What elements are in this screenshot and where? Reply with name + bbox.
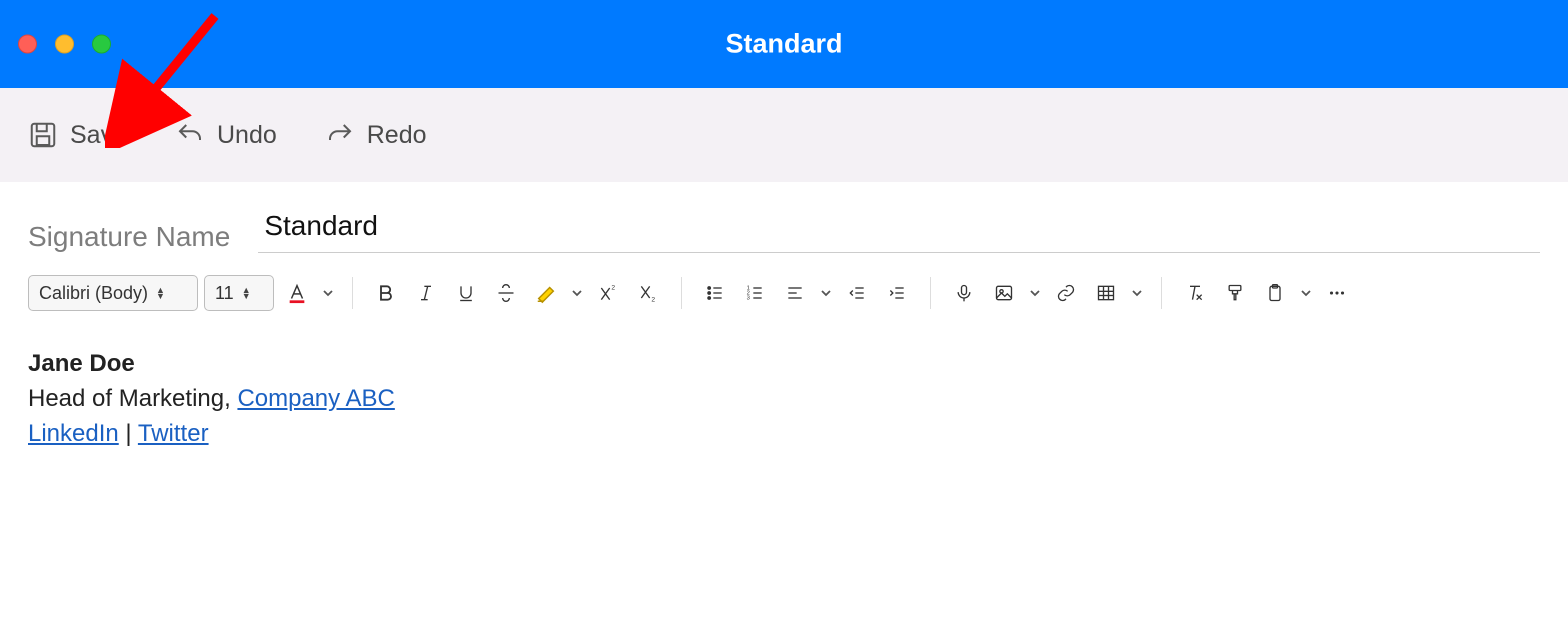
signature-title-line: Head of Marketing, Company ABC xyxy=(28,382,1540,417)
strikethrough-button[interactable] xyxy=(489,278,523,308)
undo-icon xyxy=(175,120,205,150)
highlight-icon xyxy=(535,282,557,304)
subscript-icon: 2 xyxy=(638,283,658,303)
paste-button[interactable] xyxy=(1258,278,1292,308)
dictate-button[interactable] xyxy=(947,278,981,308)
insert-link-button[interactable] xyxy=(1049,278,1083,308)
italic-button[interactable] xyxy=(409,278,443,308)
signature-editor[interactable]: Jane Doe Head of Marketing, Company ABC … xyxy=(10,329,1558,469)
separator xyxy=(1161,277,1162,309)
font-family-value: Calibri (Body) xyxy=(39,283,148,304)
svg-text:2: 2 xyxy=(611,285,615,292)
align-button[interactable] xyxy=(778,278,812,308)
font-size-value: 11 xyxy=(215,283,234,304)
clipboard-icon xyxy=(1265,283,1285,303)
signature-company-link[interactable]: Company ABC xyxy=(237,385,394,412)
superscript-button[interactable]: 2 xyxy=(591,278,625,308)
outdent-icon xyxy=(847,283,867,303)
command-bar: Save Undo Redo xyxy=(0,88,1568,182)
save-icon xyxy=(28,120,58,150)
svg-text:3: 3 xyxy=(747,296,750,302)
signature-person-name: Jane Doe xyxy=(28,347,1540,382)
strikethrough-icon xyxy=(496,283,516,303)
picture-icon xyxy=(994,283,1014,303)
ellipsis-icon xyxy=(1326,282,1348,304)
save-button[interactable]: Save xyxy=(28,120,127,150)
outdent-button[interactable] xyxy=(840,278,874,308)
font-color-button[interactable] xyxy=(280,278,314,308)
paintbrush-icon xyxy=(1225,283,1245,303)
bullet-list-button[interactable] xyxy=(698,278,732,308)
numbered-list-button[interactable]: 123 xyxy=(738,278,772,308)
bullet-list-icon xyxy=(705,283,725,303)
format-toolbar: Calibri (Body) ▲▼ 11 ▲▼ 2 2 123 xyxy=(10,253,1558,329)
signature-name-input[interactable] xyxy=(258,210,1540,253)
format-painter-button[interactable] xyxy=(1218,278,1252,308)
highlight-button[interactable] xyxy=(529,278,563,308)
titlebar: Standard xyxy=(0,0,1568,88)
indent-icon xyxy=(887,283,907,303)
picture-caret[interactable] xyxy=(1027,288,1043,298)
separator xyxy=(681,277,682,309)
underline-button[interactable] xyxy=(449,278,483,308)
bold-icon xyxy=(376,283,396,303)
table-caret[interactable] xyxy=(1129,288,1145,298)
insert-picture-button[interactable] xyxy=(987,278,1021,308)
redo-icon xyxy=(325,120,355,150)
more-options-button[interactable] xyxy=(1320,278,1354,308)
redo-button[interactable]: Redo xyxy=(325,120,427,150)
stepper-icon: ▲▼ xyxy=(156,287,165,299)
clear-formatting-button[interactable] xyxy=(1178,278,1212,308)
svg-text:2: 2 xyxy=(651,296,655,303)
signature-twitter-link[interactable]: Twitter xyxy=(138,420,209,447)
underline-icon xyxy=(456,283,476,303)
italic-icon xyxy=(416,283,436,303)
signature-title: Head of Marketing, xyxy=(28,385,237,412)
font-size-select[interactable]: 11 ▲▼ xyxy=(204,275,274,311)
insert-table-button[interactable] xyxy=(1089,278,1123,308)
signature-social-line: LinkedIn | Twitter xyxy=(28,417,1540,452)
undo-label: Undo xyxy=(217,121,277,150)
subscript-button[interactable]: 2 xyxy=(631,278,665,308)
font-color-icon xyxy=(286,282,308,304)
superscript-icon: 2 xyxy=(598,283,618,303)
editor-card: Signature Name Calibri (Body) ▲▼ 11 ▲▼ xyxy=(10,182,1558,469)
font-family-select[interactable]: Calibri (Body) ▲▼ xyxy=(28,275,198,311)
save-label: Save xyxy=(70,121,127,150)
highlight-caret[interactable] xyxy=(569,288,585,298)
signature-separator: | xyxy=(119,420,138,447)
microphone-icon xyxy=(954,283,974,303)
redo-label: Redo xyxy=(367,121,427,150)
separator xyxy=(352,277,353,309)
paste-caret[interactable] xyxy=(1298,288,1314,298)
numbered-list-icon: 123 xyxy=(745,283,765,303)
signature-linkedin-link[interactable]: LinkedIn xyxy=(28,420,119,447)
window-title: Standard xyxy=(0,29,1568,60)
signature-name-label: Signature Name xyxy=(28,221,230,253)
align-caret[interactable] xyxy=(818,288,834,298)
undo-button[interactable]: Undo xyxy=(175,120,277,150)
align-icon xyxy=(785,283,805,303)
table-icon xyxy=(1096,283,1116,303)
font-color-caret[interactable] xyxy=(320,288,336,298)
signature-name-row: Signature Name xyxy=(10,182,1558,253)
indent-button[interactable] xyxy=(880,278,914,308)
link-icon xyxy=(1056,283,1076,303)
stepper-icon: ▲▼ xyxy=(242,287,251,299)
bold-button[interactable] xyxy=(369,278,403,308)
clear-formatting-icon xyxy=(1185,283,1205,303)
separator xyxy=(930,277,931,309)
